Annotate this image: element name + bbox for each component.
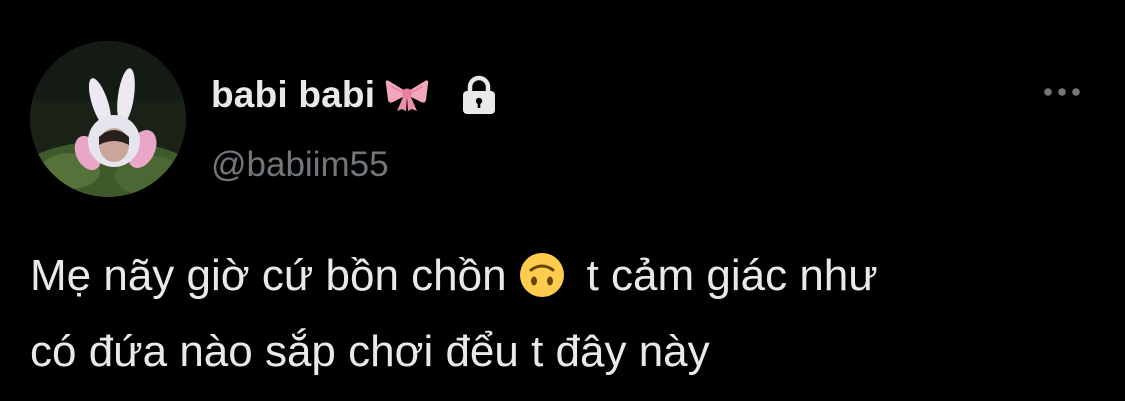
avatar[interactable] <box>30 41 186 197</box>
author-name-row[interactable]: babi babi <box>211 72 499 118</box>
avatar-photo <box>30 41 186 197</box>
upside-down-face-icon <box>519 246 565 297</box>
tweet-text: Mẹ nãy giờ cứ bồn chồn t cảm giác như có… <box>30 238 1110 390</box>
tweet-text-line-2: có đứa nào sắp chơi đểu t đây này <box>30 327 710 376</box>
tweet-card[interactable]: babi babi @babiim55 Mẹ nãy giờ cứ bồn ch… <box>0 0 1125 401</box>
lock-icon <box>459 75 499 115</box>
more-options-icon[interactable] <box>1042 84 1082 100</box>
tweet-text-segment: t cảm giác như <box>586 251 878 300</box>
author-handle[interactable]: @babiim55 <box>211 145 389 185</box>
ribbon-bow-icon <box>385 78 429 112</box>
display-name[interactable]: babi babi <box>211 74 375 116</box>
tweet-text-segment: Mẹ nãy giờ cứ bồn chồn <box>30 251 507 300</box>
tweet-text-line-1: Mẹ nãy giờ cứ bồn chồn t cảm giác như <box>30 238 1110 314</box>
